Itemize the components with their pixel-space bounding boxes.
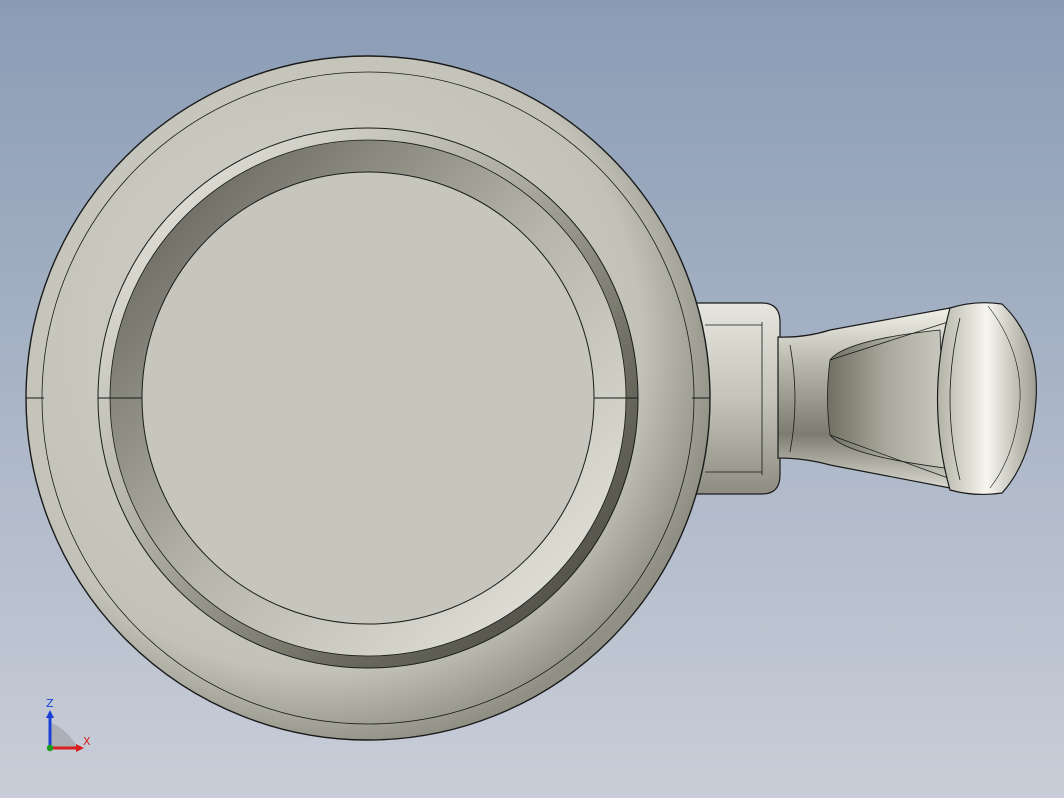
graphics-viewport[interactable]: Z X <box>0 0 1064 798</box>
center-face <box>141 171 595 625</box>
main-disc-body[interactable] <box>25 55 711 741</box>
x-axis-label: X <box>83 735 91 748</box>
origin-dot <box>46 744 54 752</box>
z-axis-label: Z <box>46 697 54 710</box>
handle-assembly[interactable] <box>689 302 1037 496</box>
